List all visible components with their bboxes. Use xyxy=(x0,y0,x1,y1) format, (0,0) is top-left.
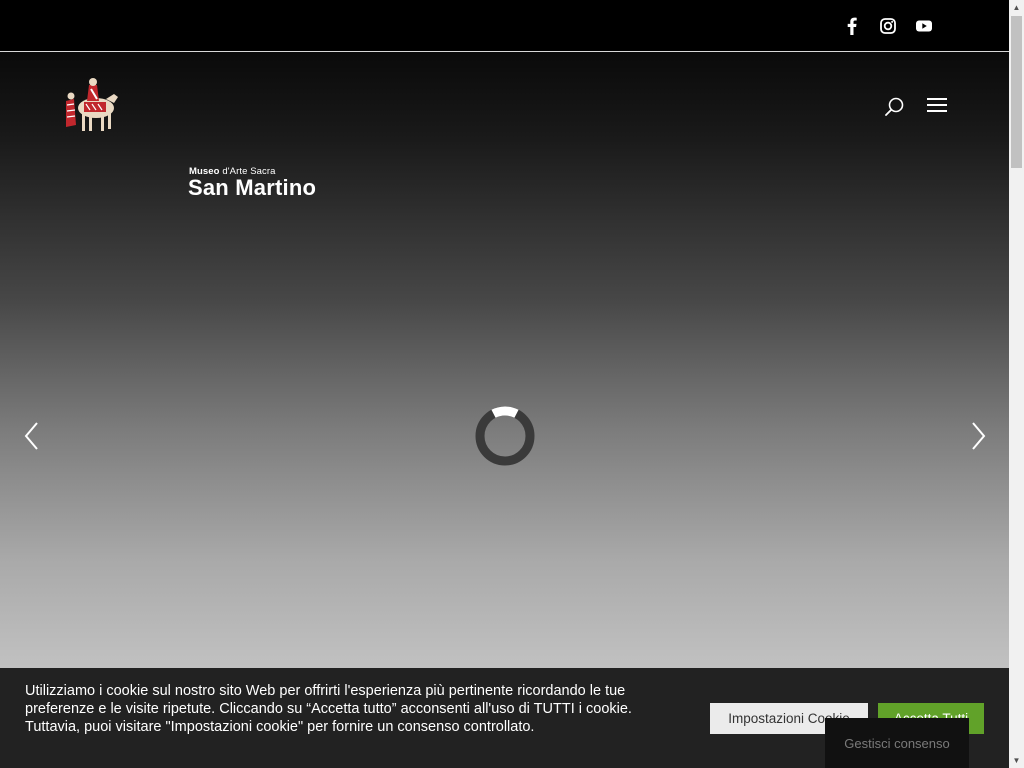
page: Museo d'Arte Sacra San Martino Utilizzia… xyxy=(0,0,1009,768)
slider-prev-chevron-left-icon[interactable] xyxy=(22,420,42,452)
scrollbar-thumb[interactable] xyxy=(1011,16,1022,168)
museum-logo[interactable]: Museo d'Arte Sacra San Martino xyxy=(62,77,316,200)
top-bar xyxy=(0,0,1009,52)
manage-consent-tab[interactable]: Gestisci consenso xyxy=(825,718,969,768)
instagram-icon[interactable] xyxy=(878,16,898,36)
loading-spinner-icon xyxy=(474,405,536,467)
hamburger-menu-icon[interactable] xyxy=(926,96,948,114)
vertical-scrollbar[interactable]: ▲ ▼ xyxy=(1009,0,1024,768)
cookie-message: Utilizziamo i cookie sul nostro sito Web… xyxy=(25,683,632,735)
scroll-down-arrow-icon[interactable]: ▼ xyxy=(1009,753,1024,768)
slider-next-chevron-right-icon[interactable] xyxy=(968,420,988,452)
logo-title: San Martino xyxy=(188,175,317,200)
saint-martin-horse-logo-icon xyxy=(66,78,118,131)
search-icon[interactable] xyxy=(884,96,906,118)
scroll-up-arrow-icon[interactable]: ▲ xyxy=(1009,0,1024,15)
facebook-icon[interactable] xyxy=(842,16,862,36)
youtube-icon[interactable] xyxy=(914,16,934,36)
